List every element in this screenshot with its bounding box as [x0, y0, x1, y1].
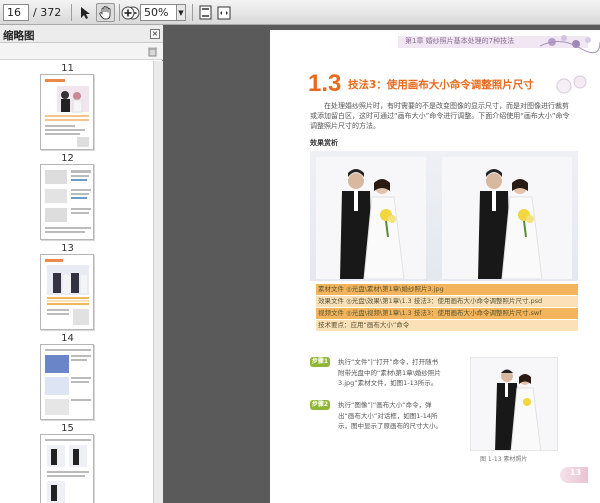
- step-2-badge: 步骤2: [310, 400, 330, 410]
- select-arrow-icon[interactable]: [76, 3, 95, 22]
- before-photo: [316, 157, 426, 279]
- thumbnail-pane-header: 缩略图 ×: [0, 25, 163, 43]
- page-number-input[interactable]: 16: [3, 4, 29, 21]
- trash-icon[interactable]: [147, 46, 158, 57]
- thumbnail-page-13-preview: [45, 259, 89, 325]
- thumbnail-label: 13: [61, 243, 74, 254]
- thumbnail-page-11[interactable]: [40, 74, 94, 150]
- section-title: 技法3：使用画布大小命令调整照片尺寸: [348, 79, 534, 91]
- source-file-row: 素材文件 ◎光盘\素材\第1章\婚纱照片3.jpg: [316, 284, 578, 295]
- comparison-photos: [310, 151, 578, 281]
- thumbnail-page-15[interactable]: [40, 434, 94, 503]
- running-header-text: 第1章 婚纱照片基本处理的7种技法: [405, 37, 515, 45]
- section-number: 1.3: [308, 70, 342, 97]
- page-number: 13: [570, 468, 582, 477]
- close-icon[interactable]: ×: [150, 29, 160, 39]
- zoom-dropdown-chevron-icon[interactable]: ▼: [177, 4, 186, 21]
- thumbnail-pane: 缩略图 × 11 12 13 14 15: [0, 25, 163, 503]
- thumbnail-page-12[interactable]: [40, 164, 94, 240]
- toolbar-divider: [71, 4, 72, 21]
- figure-caption: 图 1-13 素材照片: [480, 456, 528, 463]
- step-1-text: 执行“文件”|“打开”命令，打开随书附带光盘中的“素材\第1章\婚纱照片3.jp…: [338, 358, 441, 387]
- thumbnail-label: 14: [61, 333, 74, 344]
- thumbnail-page-11-preview: [45, 79, 89, 147]
- thumbnail-label: 15: [61, 423, 74, 434]
- thumbnail-scrollbar[interactable]: [153, 61, 163, 503]
- page-total-label: / 372: [33, 6, 62, 19]
- after-photo: [442, 157, 572, 279]
- floral-ornament-icon: [540, 35, 600, 54]
- document-viewport[interactable]: 第1章 婚纱照片基本处理的7种技法 1.3 技法3：使用画布大小命令调整照片尺寸…: [163, 25, 600, 503]
- figure-1-13-photo: [470, 357, 558, 451]
- document-page: 第1章 婚纱照片基本处理的7种技法 1.3 技法3：使用画布大小命令调整照片尺寸…: [270, 30, 600, 503]
- thumbnail-page-15-preview: [45, 439, 91, 503]
- thumbnail-list: 11 12 13 14 15: [0, 61, 163, 503]
- thumbnail-pane-title: 缩略图: [3, 30, 35, 42]
- thumbnail-label: 11: [61, 63, 74, 74]
- hand-tool-icon[interactable]: [96, 3, 115, 22]
- thumbnail-page-13[interactable]: [40, 254, 94, 330]
- intro-paragraph: 在处理婚纱照片时，有时需要的不是改变图像的显示尺寸，而是对图像进行裁剪或添加留白…: [310, 102, 570, 130]
- toolbar-divider: [192, 4, 193, 21]
- thumbnail-pane-toolbar: [0, 43, 163, 60]
- thumbnail-page-14-preview: [45, 349, 91, 415]
- tech-point-row: 技术要点：应用“画布大小”命令: [316, 320, 578, 331]
- thumbnail-label: 12: [61, 153, 74, 164]
- step-2-text: 执行“图像”|“画布大小”命令，弹出“画布大小”对话框，如图1-14所示，图中显…: [338, 401, 442, 430]
- toolbar: 16 / 372 50% ▼: [0, 0, 600, 25]
- running-header: 第1章 婚纱照片基本处理的7种技法: [270, 30, 600, 54]
- thumbnail-page-14[interactable]: [40, 344, 94, 420]
- effect-label: 效果赏析: [310, 139, 338, 147]
- video-file-row: 视频文件 ◎光盘\视频\第1章\1.3 技法3：使用画布大小命令调整照片尺寸.s…: [316, 308, 578, 319]
- fit-width-icon[interactable]: [214, 3, 233, 22]
- floral-ornament-icon: [556, 75, 587, 94]
- step-1-badge: 步骤1: [310, 357, 330, 367]
- effect-file-row: 效果文件 ◎光盘\效果\第1章\1.3 技法3：使用画布大小命令调整照片尺寸.p…: [316, 296, 578, 307]
- thumbnail-page-12-preview: [45, 170, 91, 233]
- zoom-in-icon[interactable]: [118, 3, 137, 22]
- fit-page-icon[interactable]: [196, 3, 215, 22]
- zoom-level-input[interactable]: 50%: [140, 4, 177, 21]
